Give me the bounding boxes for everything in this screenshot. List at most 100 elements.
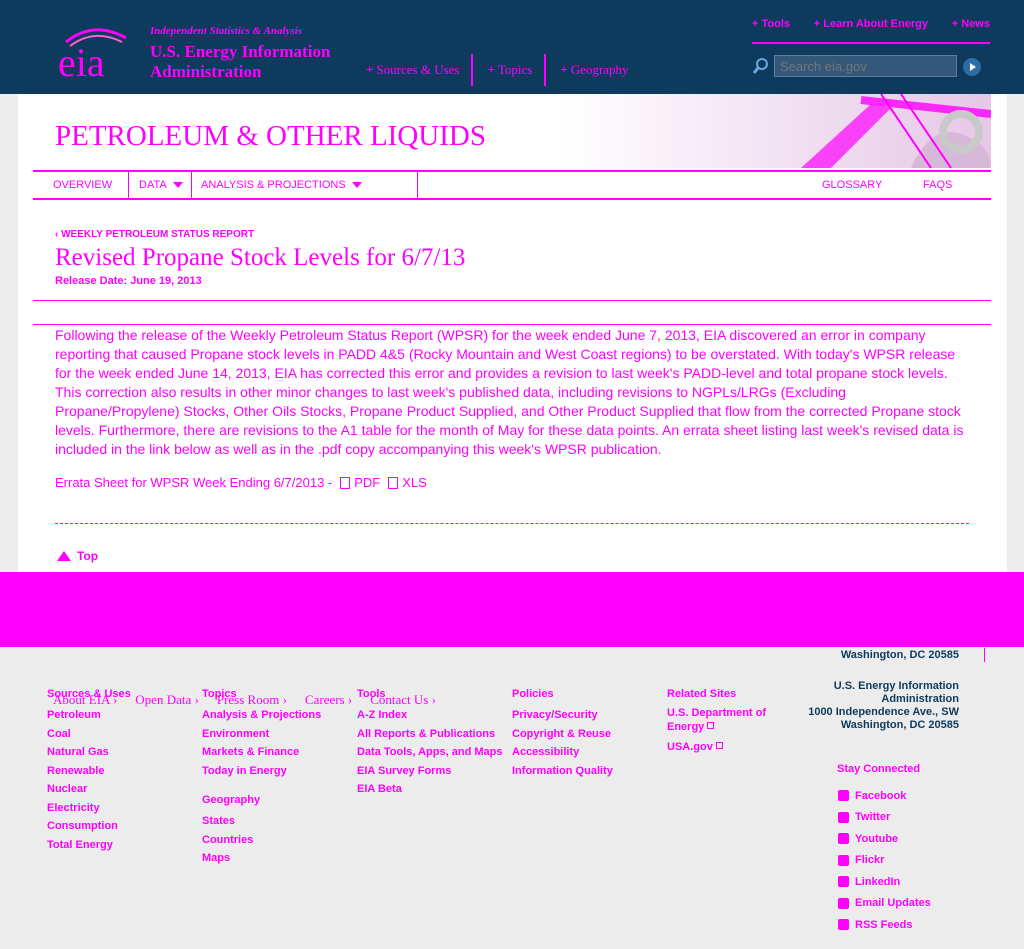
footer-link[interactable]: All Reports & Publications: [357, 725, 502, 744]
external-link-icon: [715, 742, 723, 749]
footer-heading[interactable]: Sources & Uses: [47, 688, 131, 700]
footer-link[interactable]: Copyright & Reuse: [512, 725, 613, 744]
footer-link[interactable]: EIA Survey Forms: [357, 762, 502, 781]
pumpjack-image: [801, 94, 991, 168]
search-submit-button[interactable]: [963, 58, 981, 76]
flickr-icon: [838, 854, 849, 866]
social-links: Facebook Twitter Youtube Flickr LinkedIn…: [838, 785, 931, 936]
subnav-divider: [417, 172, 418, 198]
breadcrumb[interactable]: ‹ Weekly Petroleum Status Report: [55, 229, 254, 240]
errata-link[interactable]: Errata Sheet for WPSR Week Ending 6/7/20…: [55, 475, 332, 490]
news-link[interactable]: + News: [952, 18, 990, 42]
youtube-link[interactable]: Youtube: [838, 828, 931, 850]
footer-heading[interactable]: Topics: [202, 688, 321, 700]
footer-link[interactable]: Accessibility: [512, 743, 613, 762]
open-data-link[interactable]: Open Data: [135, 692, 199, 708]
footer-col-tools: Tools A-Z Index All Reports & Publicatio…: [357, 688, 502, 799]
facebook-icon: [838, 790, 849, 802]
footer-link[interactable]: Renewable: [47, 762, 131, 781]
footer-heading[interactable]: Geography: [202, 794, 321, 806]
footer-address: U.S. Energy Information Administration 1…: [808, 680, 959, 731]
footer-link[interactable]: Data Tools, Apps, and Maps: [357, 743, 502, 762]
site-header: eia Independent Statistics & Analysis U.…: [0, 0, 1024, 94]
dashed-divider: [55, 523, 969, 524]
footer-link-usagov[interactable]: USA.gov: [667, 738, 777, 757]
youtube-icon: [838, 833, 849, 845]
divider: [33, 324, 991, 325]
footer-link[interactable]: Total Energy: [47, 836, 131, 855]
back-to-top-link[interactable]: Top: [57, 549, 98, 563]
subnav-divider: [191, 172, 192, 198]
footer-link[interactable]: Petroleum: [47, 706, 131, 725]
facebook-link[interactable]: Facebook: [838, 785, 931, 807]
subnav-faqs[interactable]: FAQS: [923, 179, 952, 191]
errata-xls-link[interactable]: XLS: [402, 475, 427, 490]
footer-link[interactable]: Today in Energy: [202, 762, 321, 781]
footer-link-doe[interactable]: U.S. Department of Energy: [667, 706, 777, 734]
xls-icon: [388, 476, 399, 489]
footer-link[interactable]: Information Quality: [512, 762, 613, 781]
section-title: PETROLEUM & OTHER LIQUIDS: [55, 120, 486, 152]
svg-text:eia: eia: [58, 40, 105, 80]
footer-link[interactable]: Electricity: [47, 799, 131, 818]
email-icon: [838, 897, 849, 909]
external-link-icon: [707, 722, 715, 729]
footer-heading[interactable]: Policies: [512, 688, 613, 700]
footer-link[interactable]: Privacy/Security: [512, 706, 613, 725]
chevron-down-icon: [172, 182, 183, 189]
footer-heading: Related Sites: [667, 688, 737, 700]
site-tagline: Independent Statistics & Analysis: [150, 25, 303, 37]
search-input[interactable]: [774, 55, 957, 77]
subnav-divider: [128, 172, 129, 198]
footer-link[interactable]: EIA Beta: [357, 780, 502, 799]
article-body: Following the release of the Weekly Petr…: [55, 327, 964, 457]
subnav-data[interactable]: Data: [139, 179, 183, 191]
footer-col-policies: Policies Privacy/Security Copyright & Re…: [512, 688, 613, 780]
flickr-link[interactable]: Flickr: [838, 850, 931, 872]
tools-link[interactable]: + Tools: [752, 18, 790, 42]
plus-icon: +: [487, 62, 495, 77]
footer-link[interactable]: Environment: [202, 725, 321, 744]
chevron-down-icon: [351, 182, 362, 189]
eia-logo[interactable]: eia: [56, 20, 132, 80]
nav-topics[interactable]: + Topics: [483, 54, 547, 86]
nav-sources-uses[interactable]: + Sources & Uses: [362, 54, 474, 86]
footer-link[interactable]: Maps: [202, 849, 321, 868]
linkedin-link[interactable]: LinkedIn: [838, 871, 931, 893]
footer-link[interactable]: Natural Gas: [47, 743, 131, 762]
footer-link[interactable]: States: [202, 812, 321, 831]
linkedin-icon: [838, 876, 849, 888]
arrow-up-icon: [57, 551, 71, 561]
subnav-overview[interactable]: Overview: [53, 179, 112, 191]
footer-link[interactable]: Coal: [47, 725, 131, 744]
divider: [984, 648, 985, 662]
plus-icon: +: [366, 62, 374, 77]
search-icon: [752, 58, 768, 74]
release-date: Release Date: June 19, 2013: [55, 275, 202, 287]
footer-link[interactable]: Analysis & Projections: [202, 706, 321, 725]
footer-link[interactable]: Countries: [202, 831, 321, 850]
organization-name: U.S. Energy Information Administration: [150, 42, 331, 81]
plus-icon: +: [560, 62, 568, 77]
footer-link[interactable]: A-Z Index: [357, 706, 502, 725]
footer-col-related: Related Sites U.S. Department of Energy …: [667, 688, 777, 757]
learn-about-energy-link[interactable]: + Learn About Energy: [814, 18, 928, 42]
nav-geography[interactable]: + Geography: [556, 54, 640, 86]
divider: [33, 300, 991, 301]
footer-link[interactable]: Markets & Finance: [202, 743, 321, 762]
subnav-analysis[interactable]: Analysis & Projections: [201, 179, 362, 191]
footer-link[interactable]: Nuclear: [47, 780, 131, 799]
rss-icon: [838, 919, 849, 931]
subnav-glossary[interactable]: Glossary: [822, 179, 882, 191]
email-updates-link[interactable]: Email Updates: [838, 893, 931, 915]
footer-link[interactable]: Consumption: [47, 817, 131, 836]
footer-banner: [0, 572, 1024, 647]
footer-heading[interactable]: Tools: [357, 688, 502, 700]
rss-feeds-link[interactable]: RSS Feeds: [838, 914, 931, 936]
address-line-top: Washington, DC 20585: [840, 649, 959, 661]
page-title: Revised Propane Stock Levels for 6/7/13: [55, 244, 466, 271]
errata-pdf-link[interactable]: PDF: [354, 475, 380, 490]
twitter-link[interactable]: Twitter: [838, 807, 931, 829]
main-nav: + Sources & Uses + Topics + Geography: [362, 54, 651, 86]
stay-connected-heading: Stay Connected: [837, 763, 921, 775]
